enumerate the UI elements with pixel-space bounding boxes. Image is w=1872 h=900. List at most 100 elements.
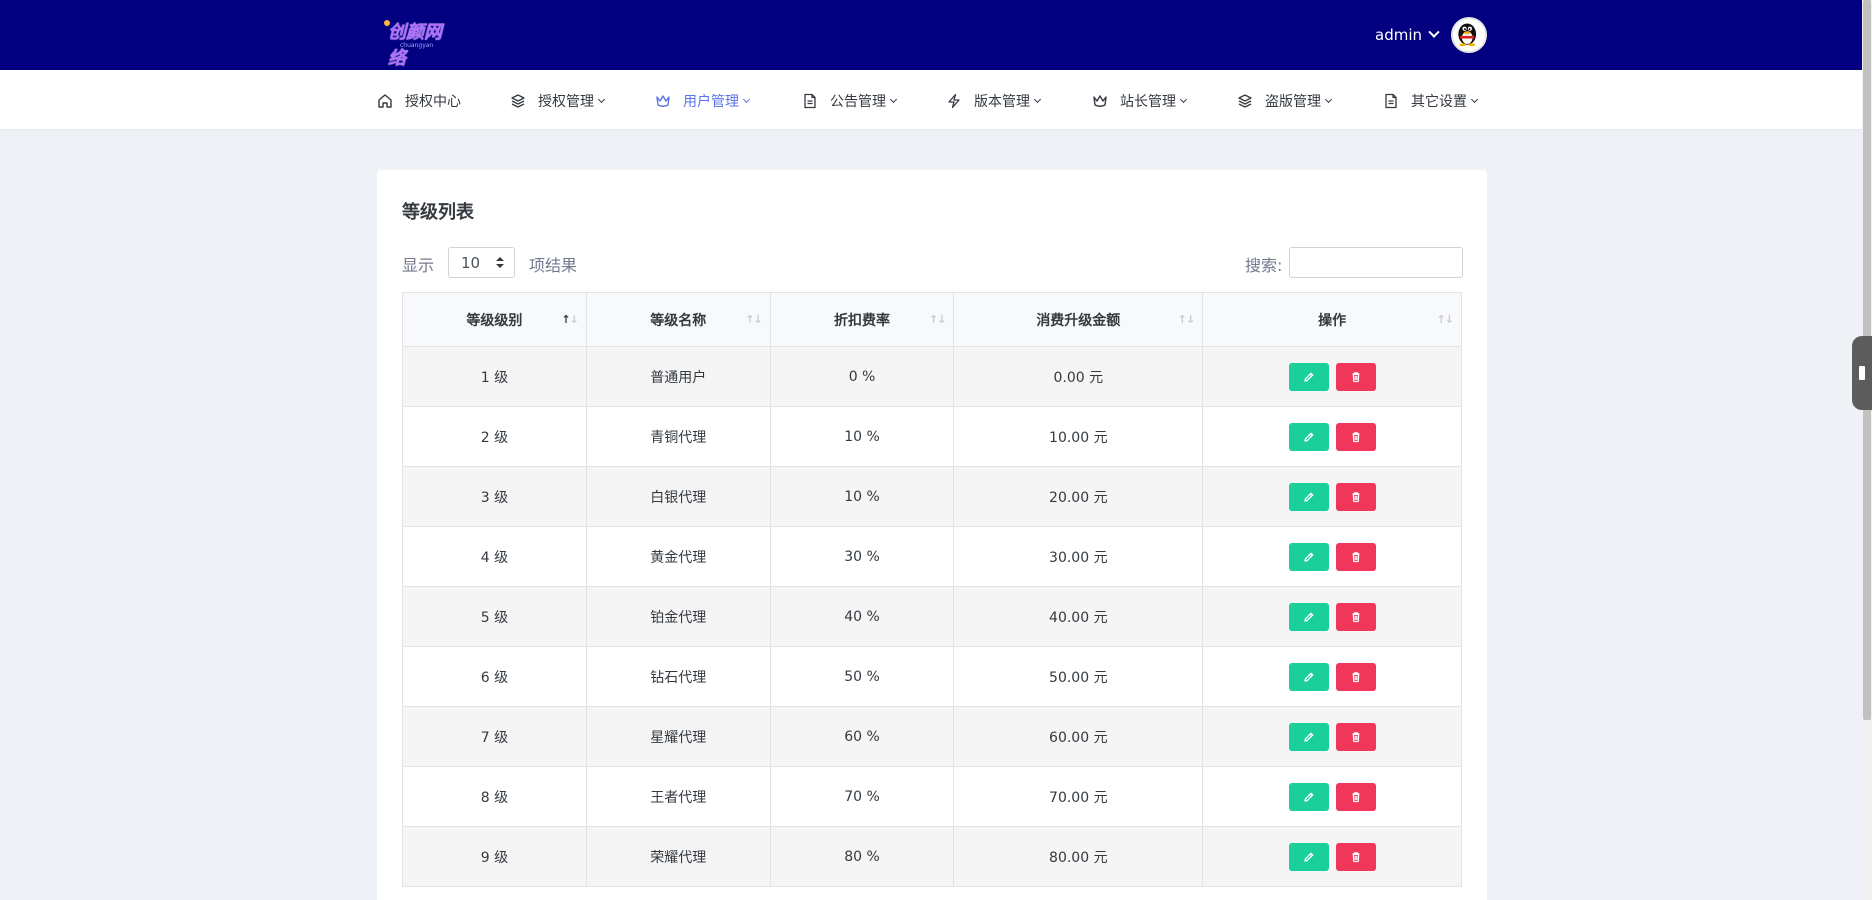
nav-label: 授权管理 <box>538 94 594 110</box>
cell-amount: 40.00 元 <box>953 586 1204 647</box>
edit-button[interactable] <box>1288 542 1329 571</box>
edit-button[interactable] <box>1288 422 1329 451</box>
table-row: 7 级星耀代理 60 % 60.00 元 <box>402 706 1462 767</box>
edit-button[interactable] <box>1288 482 1329 511</box>
cell-rate: 40 % <box>769 586 955 647</box>
sort-icon: ↑↓ <box>929 313 946 326</box>
cell-actions <box>1202 346 1462 407</box>
column-header-rate[interactable]: 折扣费率 ↑↓ <box>769 292 955 347</box>
edit-button[interactable] <box>1288 782 1329 811</box>
header-label: 折扣费率 <box>834 312 891 329</box>
table-row: 8 级王者代理 70 % 70.00 元 <box>402 766 1462 827</box>
cell-actions <box>1202 766 1462 827</box>
level-table: 等级级别 ↑↓ 等级名称 ↑↓ 折扣费率 ↑↓ 消费升级金额 ↑↓ 操作 ↑↓ 1 级普通… <box>402 292 1462 887</box>
cell-level: 6 级 <box>402 646 587 707</box>
column-header-level[interactable]: 等级级别 ↑↓ <box>402 292 587 347</box>
delete-button[interactable] <box>1335 482 1376 511</box>
nav-item-other-settings[interactable]: 其它设置 <box>1383 90 1479 112</box>
page-scrollbar[interactable] <box>1862 0 1872 900</box>
nav-label: 版本管理 <box>974 94 1030 110</box>
edit-button[interactable] <box>1288 842 1329 871</box>
table-row: 6 级钻石代理 50 % 50.00 元 <box>402 646 1462 707</box>
cell-name: 黄金代理 <box>585 526 771 587</box>
cell-level: 9 级 <box>402 826 587 887</box>
pencil-icon <box>1303 792 1313 802</box>
penguin-avatar-icon <box>1458 23 1477 47</box>
trash-icon <box>1352 671 1360 682</box>
pencil-icon <box>1303 552 1313 562</box>
cell-name: 白银代理 <box>585 466 771 527</box>
cell-actions <box>1202 706 1462 767</box>
sort-up-icon <box>496 257 504 261</box>
chevron-down-icon <box>1470 95 1479 104</box>
crown-icon <box>1093 95 1107 107</box>
chevron-down-icon <box>597 95 606 104</box>
cell-actions <box>1202 646 1462 707</box>
nav-item-auth-manage[interactable]: 授权管理 <box>510 90 606 112</box>
cell-level: 1 级 <box>402 346 587 407</box>
nav-label: 公告管理 <box>830 94 886 110</box>
edit-button[interactable] <box>1288 662 1329 691</box>
search-label: 搜索: <box>1245 256 1283 275</box>
delete-button[interactable] <box>1335 602 1376 631</box>
cell-amount: 50.00 元 <box>953 646 1204 707</box>
edit-button[interactable] <box>1288 602 1329 631</box>
trash-icon <box>1352 431 1360 442</box>
pencil-icon <box>1303 732 1313 742</box>
nav-item-auth-center[interactable]: 授权中心 <box>377 90 461 112</box>
cell-rate: 80 % <box>769 826 955 887</box>
delete-button[interactable] <box>1335 842 1376 871</box>
cell-rate: 30 % <box>769 526 955 587</box>
site-logo[interactable]: 创颜网络 chuangyan <box>384 18 450 69</box>
avatar[interactable] <box>1451 17 1487 53</box>
cell-rate: 70 % <box>769 766 955 827</box>
chevron-down-icon <box>1324 95 1333 104</box>
user-menu-toggle[interactable]: admin <box>1375 21 1440 49</box>
nav-item-user-manage[interactable]: 用户管理 <box>655 90 751 112</box>
pencil-icon <box>1303 492 1313 502</box>
nav-item-webmaster-manage[interactable]: 站长管理 <box>1092 90 1188 112</box>
column-header-actions[interactable]: 操作 ↑↓ <box>1202 292 1462 347</box>
cell-level: 5 级 <box>402 586 587 647</box>
edit-button[interactable] <box>1288 362 1329 391</box>
edit-button[interactable] <box>1288 722 1329 751</box>
cell-amount: 60.00 元 <box>953 706 1204 767</box>
trash-icon <box>1352 491 1360 502</box>
cell-actions <box>1202 526 1462 587</box>
search-input[interactable] <box>1289 247 1463 278</box>
sort-icon: ↑↓ <box>745 313 762 326</box>
bolt-icon <box>948 93 960 109</box>
document-icon <box>804 93 816 109</box>
delete-button[interactable] <box>1335 662 1376 691</box>
cell-rate: 50 % <box>769 646 955 707</box>
table-row: 1 级普通用户 0 % 0.00 元 <box>402 346 1462 407</box>
delete-button[interactable] <box>1335 782 1376 811</box>
page-length-select[interactable]: 10 <box>448 247 515 278</box>
layers-icon <box>511 94 525 108</box>
chevron-down-icon <box>889 95 898 104</box>
pencil-icon <box>1303 612 1313 622</box>
cell-amount: 0.00 元 <box>953 346 1204 407</box>
header-label: 消费升级金额 <box>1036 312 1121 329</box>
side-panel-toggle[interactable] <box>1852 336 1872 410</box>
nav-item-notice-manage[interactable]: 公告管理 <box>802 90 898 112</box>
cell-amount: 10.00 元 <box>953 406 1204 467</box>
table-header-row: 等级级别 ↑↓ 等级名称 ↑↓ 折扣费率 ↑↓ 消费升级金额 ↑↓ 操作 ↑↓ <box>402 292 1462 347</box>
delete-button[interactable] <box>1335 422 1376 451</box>
cell-name: 星耀代理 <box>585 706 771 767</box>
cell-name: 普通用户 <box>585 346 771 407</box>
chevron-down-icon <box>1428 26 1440 38</box>
table-row: 2 级青铜代理 10 % 10.00 元 <box>402 406 1462 467</box>
cell-name: 王者代理 <box>585 766 771 827</box>
level-list-card: 等级列表 显示 10 项结果 搜索: 等级级别 ↑↓ 等级名称 ↑↓ 折扣费率 ↑↓ … <box>377 170 1487 900</box>
delete-button[interactable] <box>1335 722 1376 751</box>
delete-button[interactable] <box>1335 542 1376 571</box>
column-header-name[interactable]: 等级名称 ↑↓ <box>585 292 771 347</box>
nav-label: 其它设置 <box>1411 94 1467 110</box>
column-header-amount[interactable]: 消费升级金额 ↑↓ <box>953 292 1204 347</box>
nav-item-version-manage[interactable]: 版本管理 <box>946 90 1042 112</box>
trash-icon <box>1352 371 1360 382</box>
delete-button[interactable] <box>1335 362 1376 391</box>
trash-icon <box>1352 551 1360 562</box>
nav-item-piracy-manage[interactable]: 盗版管理 <box>1237 90 1333 112</box>
